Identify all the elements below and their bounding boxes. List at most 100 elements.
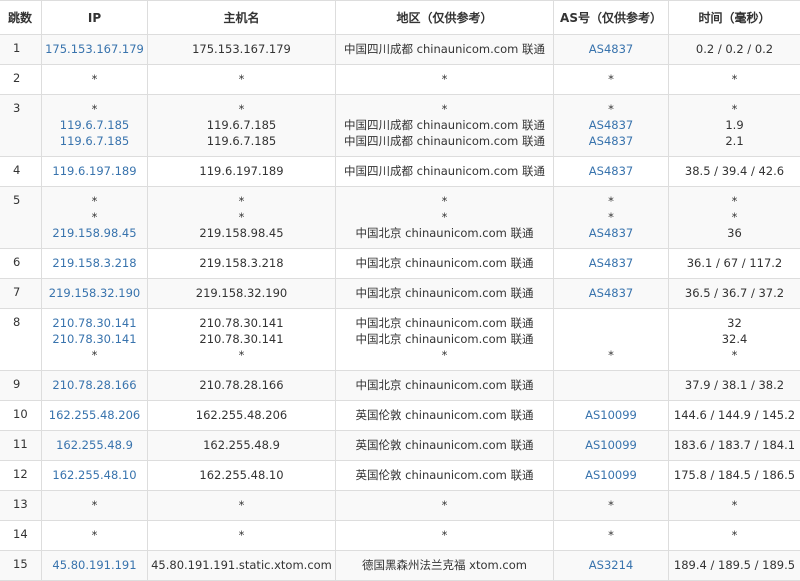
- as-cell: *: [554, 65, 669, 95]
- region-value: 中国四川成都 chinaunicom.com 联通: [336, 163, 553, 179]
- hostname-cell: *: [148, 491, 336, 521]
- hostname-cell: 175.153.167.179: [148, 35, 336, 65]
- as-link[interactable]: AS4837: [554, 117, 668, 133]
- table-row: 1175.153.167.179175.153.167.179中国四川成都 ch…: [0, 35, 800, 65]
- as-value: *: [554, 71, 668, 87]
- table-row: 13*****: [0, 491, 800, 521]
- region-value: 中国北京 chinaunicom.com 联通: [336, 255, 553, 271]
- hop-cell: 14: [0, 521, 42, 551]
- time-value: 37.9 / 38.1 / 38.2: [669, 377, 800, 393]
- ip-link[interactable]: 219.158.98.45: [42, 225, 147, 241]
- as-value: *: [554, 527, 668, 543]
- region-cell: 中国北京 chinaunicom.com 联通: [336, 249, 554, 279]
- as-link[interactable]: AS4837: [554, 255, 668, 271]
- time-value: 0.2 / 0.2 / 0.2: [669, 41, 800, 57]
- region-cell: 中国北京 chinaunicom.com 联通: [336, 371, 554, 401]
- region-cell: **中国北京 chinaunicom.com 联通: [336, 187, 554, 249]
- ip-link[interactable]: 162.255.48.10: [42, 467, 147, 483]
- region-value: 中国四川成都 chinaunicom.com 联通: [336, 41, 553, 57]
- hostname-cell: 162.255.48.10: [148, 461, 336, 491]
- header-time: 时间（毫秒）: [669, 1, 800, 35]
- region-cell: 中国北京 chinaunicom.com 联通中国北京 chinaunicom.…: [336, 309, 554, 371]
- region-value: *: [336, 209, 553, 225]
- table-header: 跳数 IP 主机名 地区（仅供参考） AS号（仅供参考） 时间（毫秒）: [0, 1, 800, 35]
- region-value: 英国伦敦 chinaunicom.com 联通: [336, 437, 553, 453]
- ip-link[interactable]: 210.78.28.166: [42, 377, 147, 393]
- as-link[interactable]: AS4837: [554, 285, 668, 301]
- time-cell: 175.8 / 184.5 / 186.5: [669, 461, 800, 491]
- hop-cell: 5: [0, 187, 42, 249]
- host-value: *: [148, 497, 335, 513]
- as-cell: AS3214: [554, 551, 669, 581]
- as-link[interactable]: AS4837: [554, 163, 668, 179]
- ip-link[interactable]: 175.153.167.179: [42, 41, 147, 57]
- hop-cell: 7: [0, 279, 42, 309]
- time-value: 175.8 / 184.5 / 186.5: [669, 467, 800, 483]
- time-cell: 37.9 / 38.1 / 38.2: [669, 371, 800, 401]
- hostname-cell: 162.255.48.206: [148, 401, 336, 431]
- table-row: 10162.255.48.206162.255.48.206英国伦敦 china…: [0, 401, 800, 431]
- time-value: *: [669, 193, 800, 209]
- ip-cell: 162.255.48.9: [42, 431, 148, 461]
- ip-link[interactable]: 162.255.48.206: [42, 407, 147, 423]
- host-value: 162.255.48.10: [148, 467, 335, 483]
- as-value: [554, 315, 668, 331]
- as-link[interactable]: AS4837: [554, 133, 668, 149]
- time-cell: 0.2 / 0.2 / 0.2: [669, 35, 800, 65]
- hop-cell: 15: [0, 551, 42, 581]
- ip-link[interactable]: 45.80.191.191: [42, 557, 147, 573]
- hostname-cell: 210.78.30.141210.78.30.141*: [148, 309, 336, 371]
- header-ip: IP: [42, 1, 148, 35]
- region-cell: 英国伦敦 chinaunicom.com 联通: [336, 431, 554, 461]
- as-cell: AS4837: [554, 157, 669, 187]
- ip-link[interactable]: 119.6.7.185: [42, 133, 147, 149]
- hop-cell: 10: [0, 401, 42, 431]
- as-link[interactable]: AS3214: [554, 557, 668, 573]
- host-value: 175.153.167.179: [148, 41, 335, 57]
- region-value: 英国伦敦 chinaunicom.com 联通: [336, 407, 553, 423]
- as-cell: *: [554, 521, 669, 551]
- as-link[interactable]: AS10099: [554, 407, 668, 423]
- time-cell: *1.92.1: [669, 95, 800, 157]
- host-value: *: [148, 347, 335, 363]
- region-value: *: [336, 497, 553, 513]
- time-cell: 3232.4*: [669, 309, 800, 371]
- time-cell: 144.6 / 144.9 / 145.2: [669, 401, 800, 431]
- ip-value: *: [42, 497, 147, 513]
- ip-cell: *: [42, 521, 148, 551]
- ip-link[interactable]: 119.6.197.189: [42, 163, 147, 179]
- host-value: 210.78.28.166: [148, 377, 335, 393]
- table-row: 7219.158.32.190219.158.32.190中国北京 chinau…: [0, 279, 800, 309]
- ip-cell: 45.80.191.191: [42, 551, 148, 581]
- ip-link[interactable]: 162.255.48.9: [42, 437, 147, 453]
- as-cell: AS10099: [554, 431, 669, 461]
- as-link[interactable]: AS4837: [554, 41, 668, 57]
- region-value: *: [336, 193, 553, 209]
- host-value: 119.6.7.185: [148, 117, 335, 133]
- time-value: *: [669, 497, 800, 513]
- ip-cell: 210.78.28.166: [42, 371, 148, 401]
- region-value: *: [336, 71, 553, 87]
- as-value: *: [554, 347, 668, 363]
- ip-value: *: [42, 527, 147, 543]
- time-cell: 183.6 / 183.7 / 184.1: [669, 431, 800, 461]
- region-cell: 中国四川成都 chinaunicom.com 联通: [336, 35, 554, 65]
- region-cell: 英国伦敦 chinaunicom.com 联通: [336, 461, 554, 491]
- ip-link[interactable]: 219.158.32.190: [42, 285, 147, 301]
- region-value: *: [336, 527, 553, 543]
- as-link[interactable]: AS4837: [554, 225, 668, 241]
- ip-value: *: [42, 71, 147, 87]
- time-cell: 36.5 / 36.7 / 37.2: [669, 279, 800, 309]
- time-value: 36.5 / 36.7 / 37.2: [669, 285, 800, 301]
- ip-cell: 162.255.48.10: [42, 461, 148, 491]
- as-value: [554, 377, 668, 393]
- as-link[interactable]: AS10099: [554, 437, 668, 453]
- as-link[interactable]: AS10099: [554, 467, 668, 483]
- ip-link[interactable]: 210.78.30.141: [42, 315, 147, 331]
- time-value: *: [669, 527, 800, 543]
- ip-link[interactable]: 119.6.7.185: [42, 117, 147, 133]
- ip-link[interactable]: 210.78.30.141: [42, 331, 147, 347]
- table-row: 12162.255.48.10162.255.48.10英国伦敦 chinaun…: [0, 461, 800, 491]
- as-value: *: [554, 209, 668, 225]
- ip-link[interactable]: 219.158.3.218: [42, 255, 147, 271]
